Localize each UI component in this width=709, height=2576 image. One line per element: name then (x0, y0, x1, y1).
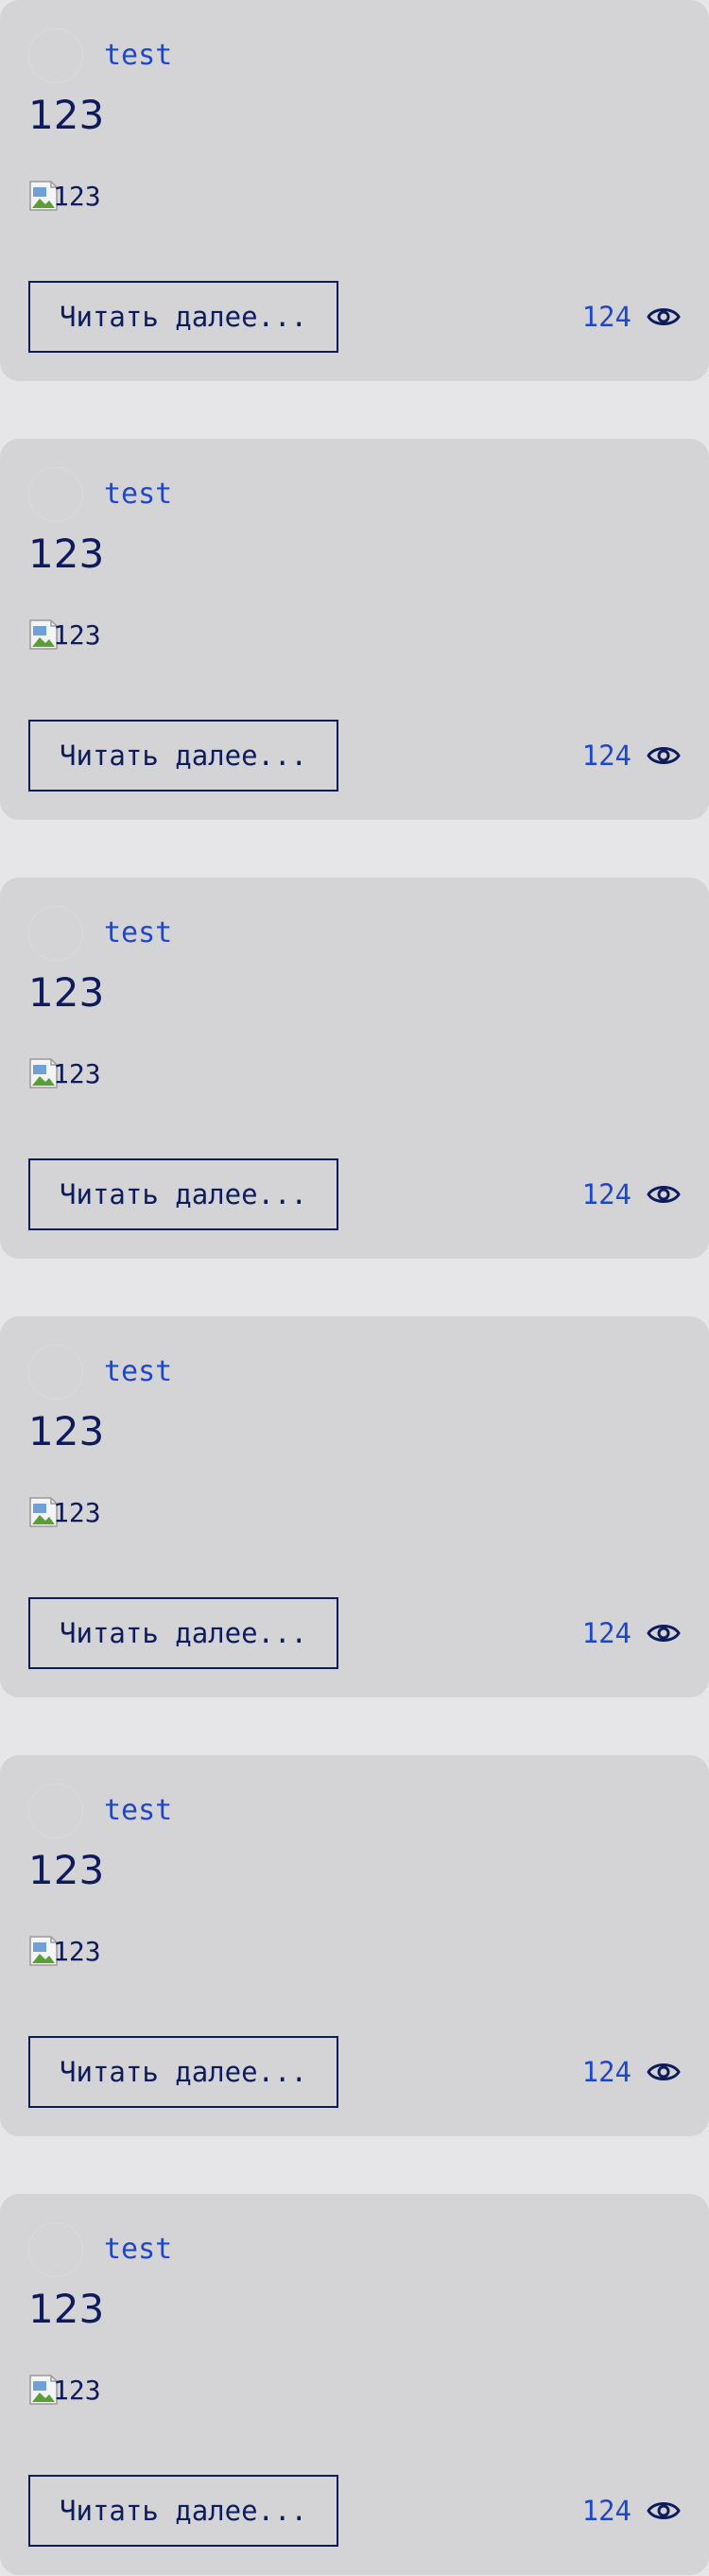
post-card: test 123 123 Читать далее... 124 (0, 1316, 709, 1697)
post-card: test 123 123 Читать далее... 124 (0, 1755, 709, 2136)
read-more-button[interactable]: Читать далее... (28, 720, 338, 792)
author-row: test (28, 1784, 172, 1838)
views-count: 124 (581, 2055, 631, 2088)
views-counter: 124 (582, 298, 681, 336)
read-more-button[interactable]: Читать далее... (28, 2036, 338, 2108)
author-name[interactable]: test (104, 2236, 172, 2264)
avatar[interactable] (28, 28, 83, 83)
read-more-button[interactable]: Читать далее... (28, 1158, 338, 1230)
eye-icon (647, 2063, 681, 2080)
post-card: test 123 123 Читать далее... 124 (0, 0, 709, 381)
post-card: test 123 123 Читать далее... 124 (0, 878, 709, 1259)
views-counter: 124 (582, 2492, 681, 2530)
eye-icon (647, 1186, 681, 1203)
views-counter: 124 (582, 2053, 681, 2091)
views-counter: 124 (582, 1614, 681, 1652)
post-image: 123 (28, 1490, 101, 1528)
read-more-button[interactable]: Читать далее... (28, 1597, 338, 1669)
eye-icon (647, 1625, 681, 1642)
author-name[interactable]: test (104, 919, 172, 948)
read-more-button[interactable]: Читать далее... (28, 2475, 338, 2547)
eye-icon (647, 2502, 681, 2519)
post-image: 123 (28, 174, 101, 212)
author-row: test (28, 2222, 172, 2277)
post-title: 123 (28, 1847, 105, 1893)
post-image: 123 (28, 1929, 101, 1967)
author-row: test (28, 906, 172, 961)
post-card: test 123 123 Читать далее... 124 (0, 439, 709, 820)
post-title: 123 (28, 2286, 105, 2332)
author-name[interactable]: test (104, 1797, 172, 1825)
post-card: test 123 123 Читать далее... 124 (0, 2194, 709, 2575)
views-count: 124 (581, 2494, 631, 2527)
avatar[interactable] (28, 1784, 83, 1838)
eye-icon (647, 308, 681, 325)
views-counter: 124 (582, 1175, 681, 1213)
post-title: 123 (28, 1408, 105, 1454)
author-row: test (28, 1345, 172, 1400)
post-image-alt-text: 123 (53, 619, 101, 651)
post-image: 123 (28, 1052, 101, 1089)
author-row: test (28, 467, 172, 522)
avatar[interactable] (28, 2222, 83, 2277)
post-image-alt-text: 123 (53, 1058, 101, 1089)
author-name[interactable]: test (104, 42, 172, 70)
post-title: 123 (28, 531, 105, 577)
author-name[interactable]: test (104, 480, 172, 509)
avatar[interactable] (28, 1345, 83, 1400)
avatar[interactable] (28, 467, 83, 522)
post-title: 123 (28, 92, 105, 138)
views-counter: 124 (582, 737, 681, 775)
author-row: test (28, 28, 172, 83)
views-count: 124 (581, 739, 631, 772)
post-image-alt-text: 123 (53, 1497, 101, 1528)
post-image-alt-text: 123 (53, 181, 101, 212)
author-name[interactable]: test (104, 1358, 172, 1386)
views-count: 124 (581, 300, 631, 333)
read-more-button[interactable]: Читать далее... (28, 281, 338, 353)
eye-icon (647, 747, 681, 764)
post-image-alt-text: 123 (53, 1936, 101, 1967)
post-image: 123 (28, 613, 101, 651)
views-count: 124 (581, 1616, 631, 1649)
avatar[interactable] (28, 906, 83, 961)
post-title: 123 (28, 969, 105, 1016)
post-image: 123 (28, 2368, 101, 2406)
post-image-alt-text: 123 (53, 2375, 101, 2406)
views-count: 124 (581, 1177, 631, 1210)
